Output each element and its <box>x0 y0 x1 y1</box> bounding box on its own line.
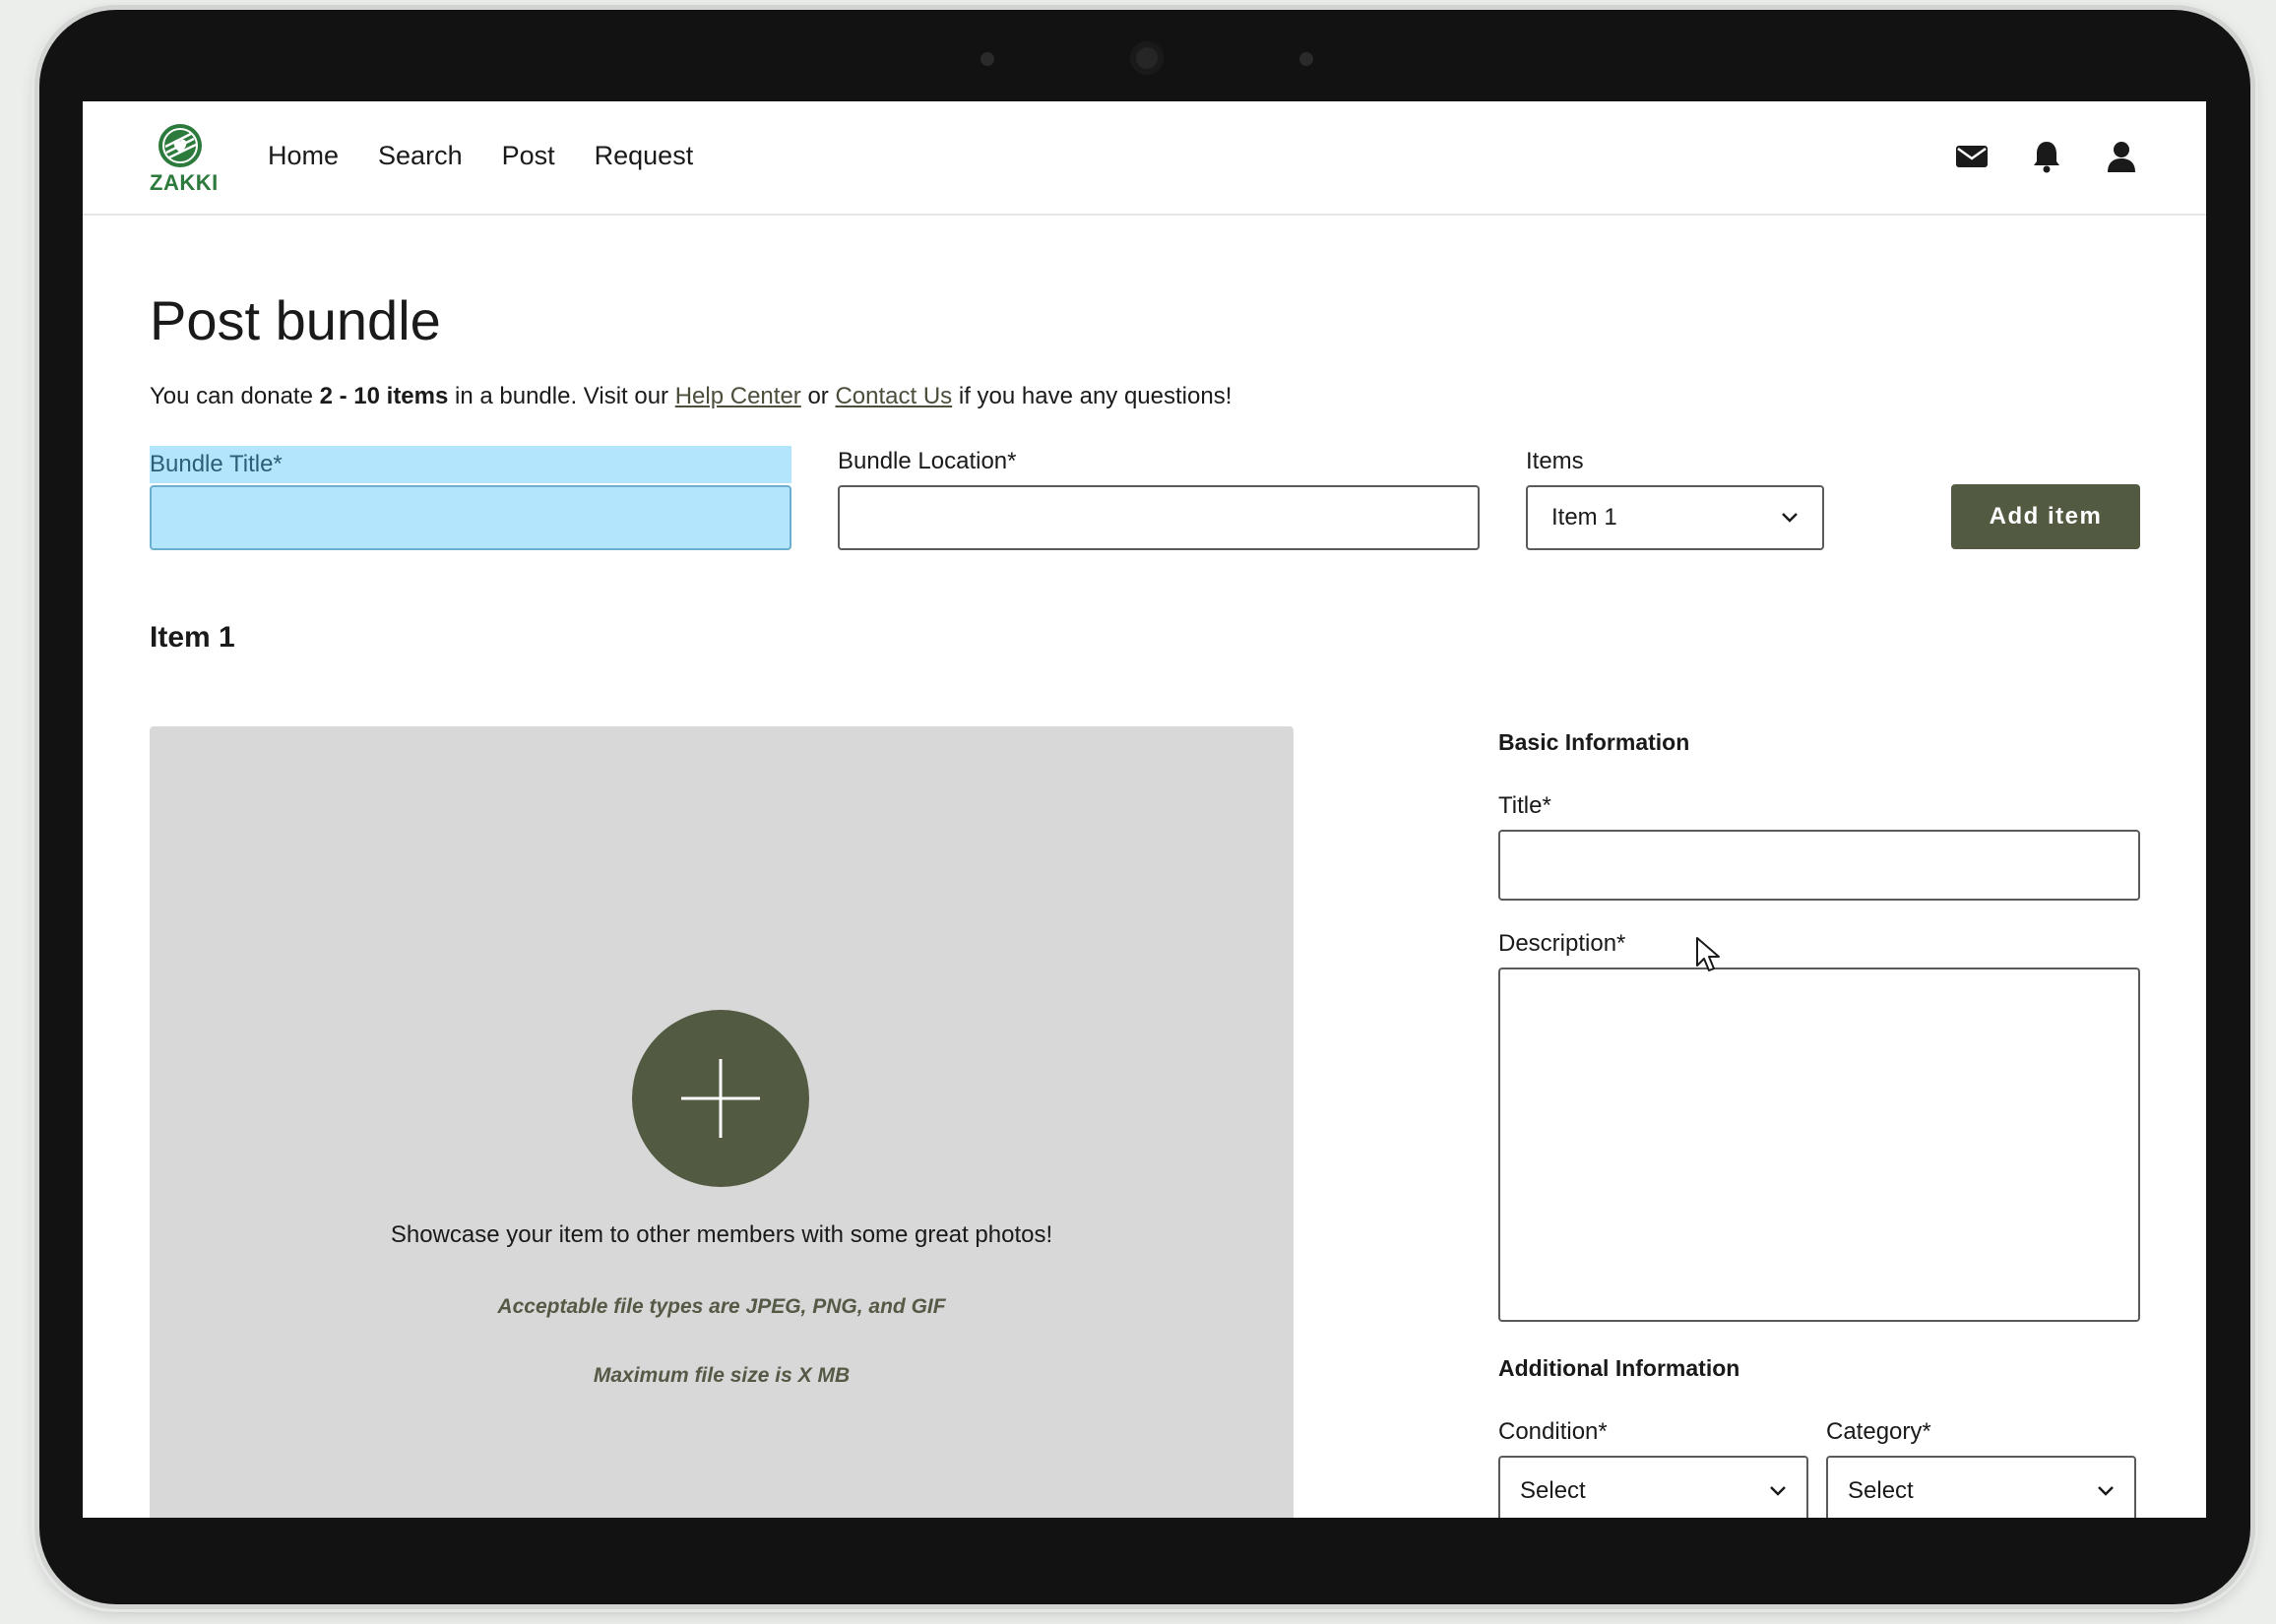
intro-mid: in a bundle. Visit our <box>448 383 675 409</box>
file-types-note: Acceptable file types are JPEG, PNG, and… <box>497 1295 946 1318</box>
logo-wordmark: ZAKKI <box>150 170 219 195</box>
condition-label: Condition* <box>1498 1418 1608 1445</box>
header-actions <box>1954 139 2139 174</box>
main-nav: Home Search Post Request <box>268 141 693 171</box>
item-title-label: Title* <box>1498 792 1551 819</box>
sensor-dot <box>980 52 994 66</box>
user-icon[interactable] <box>2104 139 2139 174</box>
intro-pre: You can donate <box>150 383 320 409</box>
item-heading: Item 1 <box>150 621 235 654</box>
mouse-cursor-icon <box>1696 937 1720 971</box>
items-select[interactable]: Item 1 <box>1526 485 1824 550</box>
app-screen: ZAKKI Home Search Post Request Post bund… <box>83 101 2206 1518</box>
additional-info-heading: Additional Information <box>1498 1355 1740 1381</box>
zakki-logo[interactable]: ZAKKI <box>150 123 219 196</box>
category-select[interactable]: Select <box>1826 1456 2136 1518</box>
page-title: Post bundle <box>150 289 441 351</box>
bundle-title-input[interactable] <box>150 485 791 550</box>
intro-or: or <box>800 383 836 409</box>
mail-icon[interactable] <box>1954 139 1990 174</box>
add-photo-button[interactable] <box>632 1010 809 1187</box>
upload-message: Showcase your item to other members with… <box>390 1221 1053 1248</box>
basic-info-heading: Basic Information <box>1498 729 1690 755</box>
category-label: Category* <box>1826 1418 1931 1445</box>
item-title-input[interactable] <box>1498 830 2140 901</box>
bundle-location-label: Bundle Location* <box>838 448 1017 474</box>
bundle-title-label: Bundle Title* <box>150 446 791 483</box>
sensor-dot <box>1299 52 1313 66</box>
condition-select[interactable]: Select <box>1498 1456 1808 1518</box>
description-textarea[interactable] <box>1498 968 2140 1322</box>
items-select-value: Item 1 <box>1551 504 1617 531</box>
photo-upload-area[interactable]: Showcase your item to other members with… <box>150 726 1294 1518</box>
nav-home[interactable]: Home <box>268 141 339 171</box>
bundle-location-input[interactable] <box>838 485 1480 550</box>
bell-icon[interactable] <box>2029 139 2064 174</box>
category-select-value: Select <box>1848 1477 1914 1504</box>
add-item-button[interactable]: Add item <box>1951 484 2140 549</box>
nav-post[interactable]: Post <box>502 141 555 171</box>
intro-post: if you have any questions! <box>952 383 1233 409</box>
chevron-down-icon <box>1770 1486 1786 1496</box>
logo-mark-icon <box>158 124 202 167</box>
condition-select-value: Select <box>1520 1477 1586 1504</box>
items-label: Items <box>1526 448 1584 474</box>
chevron-down-icon <box>1782 513 1798 523</box>
plus-icon <box>681 1059 760 1138</box>
nav-search[interactable]: Search <box>378 141 463 171</box>
top-nav-bar: ZAKKI Home Search Post Request <box>83 101 2206 216</box>
max-size-note: Maximum file size is X MB <box>593 1364 851 1387</box>
camera-lens <box>1130 41 1164 75</box>
nav-request[interactable]: Request <box>595 141 694 171</box>
help-center-link[interactable]: Help Center <box>675 383 801 409</box>
contact-us-link[interactable]: Contact Us <box>835 383 952 409</box>
intro-item-range: 2 - 10 items <box>319 383 449 409</box>
intro-text: You can donate 2 - 10 items in a bundle.… <box>150 383 1232 410</box>
description-label: Description* <box>1498 930 1626 957</box>
chevron-down-icon <box>2098 1486 2114 1496</box>
